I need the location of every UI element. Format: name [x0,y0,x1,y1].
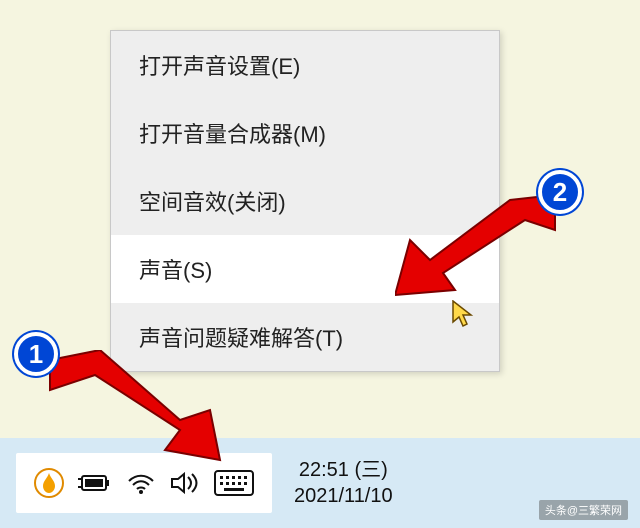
mouse-cursor-icon [452,300,474,333]
speaker-icon[interactable] [170,471,200,495]
annotation-badge-1: 1 [14,332,58,376]
power-icon[interactable] [78,473,112,493]
keyboard-icon[interactable] [214,470,254,496]
wifi-icon[interactable] [126,471,156,495]
clock-date: 2021/11/10 [294,483,393,509]
annotation-badge-2: 2 [538,170,582,214]
flame-icon[interactable] [34,468,64,498]
annotation-arrow-2 [395,195,565,305]
clock-time: 22:51 (三) [299,457,388,483]
watermark-text: 头条@三繁荣网 [539,500,628,520]
annotation-arrow-1 [40,350,230,470]
menu-item-open-sound-settings[interactable]: 打开声音设置(E) [111,31,499,99]
taskbar-clock[interactable]: 22:51 (三) 2021/11/10 [294,457,393,509]
menu-item-open-volume-mixer[interactable]: 打开音量合成器(M) [111,99,499,167]
